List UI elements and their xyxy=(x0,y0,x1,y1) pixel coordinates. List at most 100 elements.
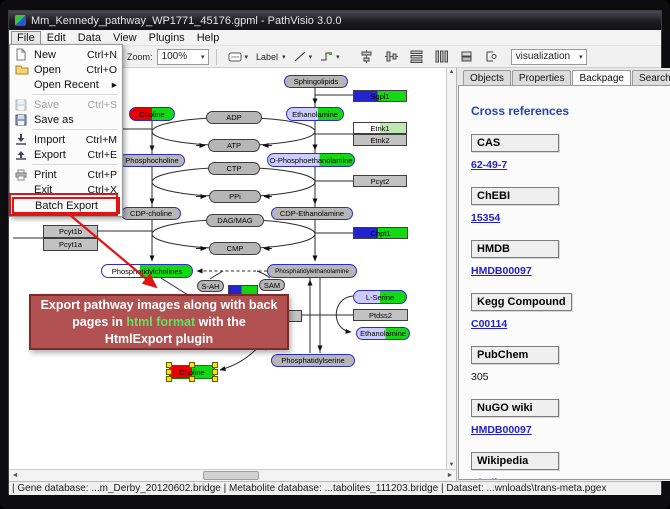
menu-item-open-recent[interactable]: Open Recent▸ xyxy=(12,77,120,92)
xref-link[interactable]: 15354 xyxy=(471,212,500,224)
menu-item-export[interactable]: ExportCtrl+E xyxy=(12,147,120,162)
pathway-node-ctp[interactable]: CTP xyxy=(208,162,260,175)
pathway-node-sphingolipids[interactable]: Sphingolipids xyxy=(284,75,348,88)
pathway-node-etnk2[interactable]: Etnk2 xyxy=(353,134,407,146)
pathway-node-pcyt1b[interactable]: Pcyt1b xyxy=(43,225,98,238)
zoom-value: 100% xyxy=(162,51,188,62)
import-icon xyxy=(15,133,31,146)
canvas-vertical-scrollbar[interactable]: ▲ ▼ xyxy=(446,68,456,469)
menu-item-open[interactable]: OpenCtrl+O xyxy=(12,62,120,77)
distribute-horizontal-icon[interactable] xyxy=(435,50,448,63)
distribute-vertical-icon[interactable] xyxy=(410,50,423,63)
pathway-node-o-phosphoethanolamine[interactable]: O-Phosphoethanolamine xyxy=(267,153,355,167)
selection-handle[interactable] xyxy=(212,362,218,368)
pathway-node-phosphocholine[interactable]: Phosphocholine xyxy=(119,154,185,167)
pathway-node-l-serine[interactable]: L-Serine xyxy=(353,290,407,304)
visualization-combobox[interactable]: visualization ▾ xyxy=(511,49,587,65)
pathway-node-ethanolamine-top[interactable]: Ethanolamine xyxy=(286,107,344,121)
menu-help[interactable]: Help xyxy=(191,31,226,45)
xref-link[interactable]: Choline xyxy=(471,477,510,480)
tab-properties[interactable]: Properties xyxy=(512,70,572,85)
label-tool-button[interactable]: Label ▾ xyxy=(253,48,289,66)
menu-item-exit[interactable]: ExitCtrl+X xyxy=(12,182,120,197)
alignment-tools-group xyxy=(360,50,497,63)
pathway-node-gene-box-partial[interactable] xyxy=(288,310,302,322)
pathway-node-ptdss2[interactable]: Ptdss2 xyxy=(353,309,408,321)
save-icon xyxy=(15,98,31,111)
cross-references-list: CAS62-49-7ChEBI15354HMDBHMDB00097Kegg Co… xyxy=(471,133,670,480)
scrollbar-thumb[interactable] xyxy=(203,471,259,480)
pathway-node-phosphatidylserine[interactable]: Phosphatidylserine xyxy=(271,354,355,367)
annotation-line2-end: with the xyxy=(195,315,246,329)
pathway-node-choline-selected[interactable]: Choline xyxy=(169,365,215,379)
pathway-node-cdp-ethanolamine[interactable]: CDP-Ethanolamine xyxy=(271,207,353,220)
connector-tool-button[interactable]: ▾ xyxy=(317,48,343,66)
xref-section-wikipedia: Wikipedia Choline xyxy=(471,451,670,480)
titlebar[interactable]: Mm_Kennedy_pathway_WP1771_45176.gpml - P… xyxy=(9,11,661,30)
pathway-node-dag-mag[interactable]: DAG/MAG xyxy=(206,214,264,227)
pathway-node-atp[interactable]: ATP xyxy=(208,139,260,152)
scroll-right-icon[interactable]: ► xyxy=(444,472,456,479)
pathway-node-phosphatidylcholines[interactable]: Phosphatidylcholines xyxy=(101,264,193,278)
pathway-node-ethanolamine-bottom[interactable]: Ethanolamine xyxy=(356,327,410,340)
selection-handle[interactable] xyxy=(166,362,172,368)
scroll-down-icon[interactable]: ▼ xyxy=(449,462,455,468)
tab-search[interactable]: Search xyxy=(632,70,670,85)
pathway-node-ppi[interactable]: PPi xyxy=(209,190,261,203)
pathway-node-sgpl1[interactable]: Sgpl1 xyxy=(353,90,407,102)
zoom-combobox[interactable]: 100% ▾ xyxy=(157,49,209,65)
selection-handle[interactable] xyxy=(212,369,218,375)
selection-handle[interactable] xyxy=(212,376,218,382)
xref-title: Wikipedia xyxy=(471,452,559,470)
align-horizontal-center-icon[interactable] xyxy=(360,50,373,63)
menu-item-label: Open Recent xyxy=(34,79,106,91)
menu-item-save-as[interactable]: Save as xyxy=(12,112,120,127)
stack-tool-icon[interactable] xyxy=(460,51,473,62)
pathway-node-pcyt2[interactable]: Pcyt2 xyxy=(353,175,407,187)
menu-item-import[interactable]: ImportCtrl+M xyxy=(12,132,120,147)
pathway-node-pcyt1a[interactable]: Pcyt1a xyxy=(43,238,98,251)
align-vertical-center-icon[interactable] xyxy=(385,50,398,63)
pathway-node-chpt1[interactable]: Chpt1 xyxy=(353,227,408,239)
menu-view[interactable]: View xyxy=(107,31,143,45)
scroll-left-icon[interactable]: ◄ xyxy=(9,472,21,479)
menu-item-label: Batch Export xyxy=(35,200,110,212)
file-menu: NewCtrl+NOpenCtrl+OOpen Recent▸ SaveCtrl+… xyxy=(9,44,123,217)
bracket-tool-icon[interactable] xyxy=(485,51,497,62)
menu-item-batch-export[interactable]: Batch Export xyxy=(12,197,120,214)
xref-link[interactable]: C00114 xyxy=(471,318,507,330)
selection-handle[interactable] xyxy=(166,376,172,382)
selection-handle[interactable] xyxy=(189,362,195,368)
menu-edit[interactable]: Edit xyxy=(41,31,72,45)
canvas-horizontal-scrollbar[interactable]: ◄ ► xyxy=(9,469,456,481)
pathway-node-sam[interactable]: SAM xyxy=(259,279,285,291)
pathway-node-cdp-choline[interactable]: CDP-choline xyxy=(121,207,181,220)
menu-icon-empty xyxy=(16,199,32,212)
statusbar: | Gene database: ...m_Derby_20120602.bri… xyxy=(9,481,661,495)
tab-objects[interactable]: Objects xyxy=(463,70,511,85)
menu-item-new[interactable]: NewCtrl+N xyxy=(12,47,120,62)
xref-link[interactable]: HMDB00097 xyxy=(471,265,532,277)
selection-handle[interactable] xyxy=(189,376,195,382)
pathway-node-adp[interactable]: ADP xyxy=(206,111,262,124)
cross-references-header: Cross references xyxy=(471,104,670,118)
menu-item-print[interactable]: PrintCtrl+P xyxy=(12,167,120,182)
selection-handle[interactable] xyxy=(166,369,172,375)
tab-backpage[interactable]: Backpage xyxy=(572,70,630,85)
menu-item-save[interactable]: SaveCtrl+S xyxy=(12,97,120,112)
pathway-node-etnk1[interactable]: Etnk1 xyxy=(353,122,407,134)
pathway-node-s-ah[interactable]: S-AH xyxy=(197,280,224,292)
scrollbar-track[interactable] xyxy=(21,470,444,481)
xref-link[interactable]: 62-49-7 xyxy=(471,159,507,171)
pathway-node-phosphatidylethanolamine[interactable]: Phosphatidylethanolamine xyxy=(267,264,357,278)
pathway-node-cmp[interactable]: CMP xyxy=(209,242,261,255)
pathway-node-choline-top[interactable]: Choline xyxy=(129,107,175,121)
gene-tool-button[interactable]: ▾ xyxy=(225,48,252,66)
scroll-up-icon[interactable]: ▲ xyxy=(449,69,455,75)
xref-link[interactable]: HMDB00097 xyxy=(471,424,532,436)
line-tool-button[interactable]: ▾ xyxy=(291,48,316,66)
menu-file[interactable]: File xyxy=(11,31,41,45)
print-icon xyxy=(15,168,31,181)
menu-plugins[interactable]: Plugins xyxy=(143,31,191,45)
menu-data[interactable]: Data xyxy=(72,31,107,45)
